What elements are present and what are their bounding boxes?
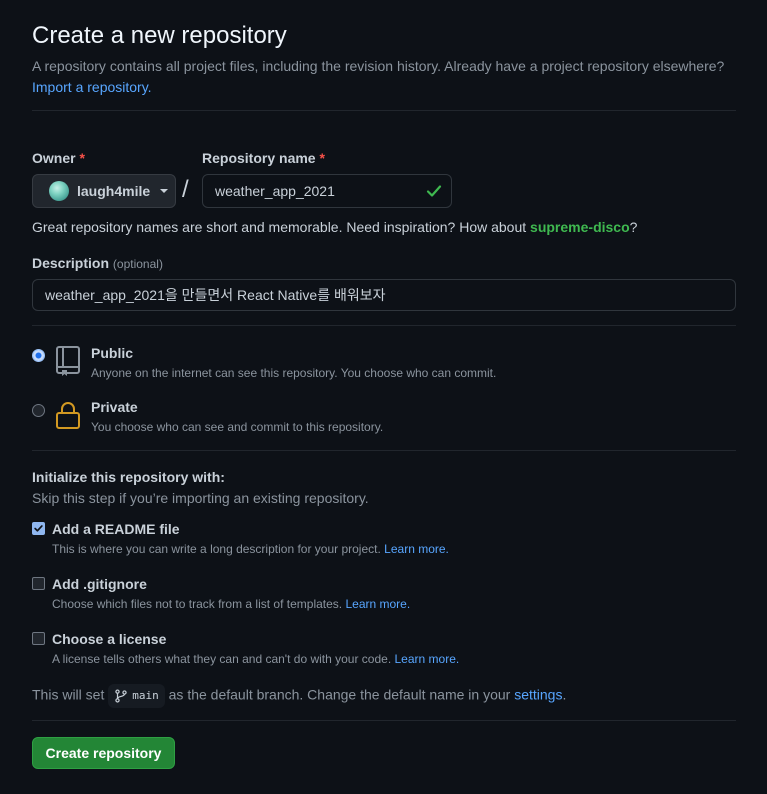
caret-down-icon	[160, 189, 169, 193]
readme-learn-more-link[interactable]: Learn more.	[384, 542, 449, 556]
repo-icon	[56, 346, 80, 376]
public-description: Anyone on the internet can see this repo…	[91, 366, 497, 380]
check-icon	[34, 525, 43, 532]
description-label-text: Description	[32, 255, 110, 271]
branch-name: main	[132, 689, 159, 702]
readme-description: This is where you can write a long descr…	[52, 542, 449, 556]
divider	[32, 325, 736, 326]
branch-middle-text: as the default branch. Change the defaul…	[168, 686, 511, 703]
repository-name-label-text: Repository name	[202, 150, 316, 166]
initialize-title: Initialize this repository with:	[32, 469, 225, 485]
lock-icon	[56, 402, 80, 429]
gitignore-checkbox[interactable]	[32, 577, 45, 590]
branch-pill: main	[108, 684, 165, 708]
repository-name-required-mark: *	[319, 150, 325, 166]
private-description: You choose who can see and commit to thi…	[91, 420, 384, 434]
default-branch-note: This will set main as the default branch…	[32, 684, 566, 708]
settings-link[interactable]: settings	[514, 687, 562, 703]
page-title: Create a new repository	[32, 22, 287, 49]
divider	[32, 110, 736, 111]
page-subtitle: A repository contains all project files,…	[32, 56, 732, 98]
gitignore-title: Add .gitignore	[52, 576, 147, 592]
branch-suffix: .	[562, 686, 567, 703]
owner-label-text: Owner	[32, 150, 76, 166]
license-learn-more-link[interactable]: Learn more.	[395, 652, 460, 666]
repository-name-hint: Great repository names are short and mem…	[32, 219, 637, 235]
optional-tag: (optional)	[112, 257, 163, 271]
description-label: Description (optional)	[32, 255, 163, 271]
owner-required-mark: *	[79, 150, 85, 166]
hint-suffix: ?	[629, 219, 638, 235]
initialize-subtitle: Skip this step if you’re importing an ex…	[32, 490, 369, 506]
divider	[32, 450, 736, 451]
readme-description-text: This is where you can write a long descr…	[52, 542, 381, 556]
owner-label: Owner *	[32, 150, 85, 166]
public-radio[interactable]	[32, 349, 45, 362]
create-repository-button[interactable]: Create repository	[32, 737, 175, 769]
description-input[interactable]	[32, 279, 736, 311]
gitignore-learn-more-link[interactable]: Learn more.	[345, 597, 410, 611]
hint-text: Great repository names are short and mem…	[32, 219, 531, 235]
public-title: Public	[91, 345, 134, 361]
import-repository-link[interactable]: Import a repository.	[32, 79, 152, 95]
license-title: Choose a license	[52, 631, 167, 647]
license-description-text: A license tells others what they can and…	[52, 652, 392, 666]
private-title: Private	[91, 399, 138, 415]
branch-prefix: This will set	[32, 686, 105, 703]
gitignore-description-text: Choose which files not to track from a l…	[52, 597, 343, 611]
owner-repo-separator: /	[182, 176, 189, 203]
avatar	[49, 181, 69, 201]
owner-value: laugh4mile	[77, 183, 151, 199]
subtitle-text: A repository contains all project files,…	[32, 58, 725, 74]
name-suggestion-link[interactable]: supreme-disco	[530, 219, 630, 235]
repository-name-label: Repository name *	[202, 150, 325, 166]
private-radio[interactable]	[32, 404, 45, 417]
repository-name-input[interactable]	[202, 174, 452, 208]
readme-checkbox[interactable]	[32, 522, 45, 535]
divider	[32, 720, 736, 721]
check-icon	[426, 185, 442, 197]
license-checkbox[interactable]	[32, 632, 45, 645]
license-description: A license tells others what they can and…	[52, 652, 459, 666]
owner-select[interactable]: laugh4mile	[32, 174, 176, 208]
readme-title: Add a README file	[52, 521, 180, 537]
gitignore-description: Choose which files not to track from a l…	[52, 597, 410, 611]
git-branch-icon	[115, 689, 127, 703]
